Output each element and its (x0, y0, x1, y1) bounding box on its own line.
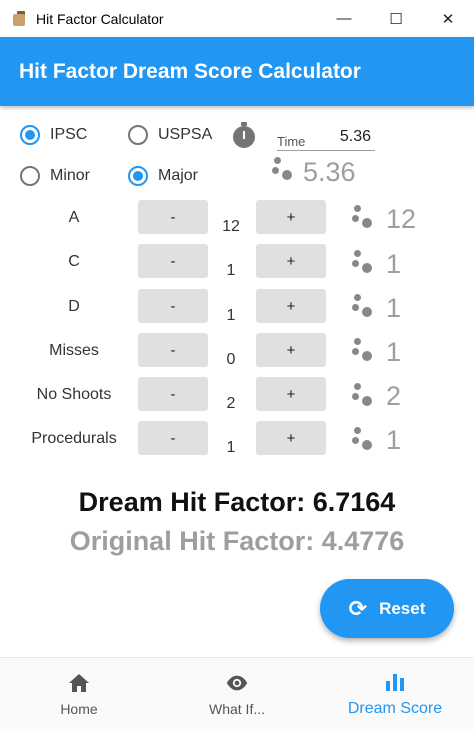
dots-icon (352, 427, 378, 451)
bar-chart-icon (383, 670, 407, 694)
radio-unselected-icon (128, 125, 148, 145)
bottom-nav: Home What If... Dream Score (0, 657, 474, 729)
radio-major-label: Major (158, 167, 199, 184)
no-shoots-count: 2 (226, 395, 236, 412)
original-hit-factor: Original Hit Factor: 4.4776 (69, 526, 405, 556)
minimize-button[interactable]: — (318, 0, 370, 37)
radio-minor[interactable]: Minor (20, 166, 90, 186)
row-label-d: D (68, 298, 80, 315)
nav-what-if[interactable]: What If... (158, 658, 316, 729)
app-bar: Hit Factor Dream Score Calculator (0, 37, 474, 106)
nav-dream-score-label: Dream Score (347, 699, 443, 717)
dots-icon (352, 338, 378, 362)
row-label-c: C (68, 253, 80, 270)
a-count: 12 (222, 218, 240, 235)
procedurals-count: 1 (226, 439, 236, 456)
time-display: 5.36 (303, 157, 356, 187)
page-title: Hit Factor Dream Score Calculator (19, 59, 361, 83)
radio-unselected-icon (20, 166, 40, 186)
row-label-no-shoots: No Shoots (36, 386, 112, 403)
a-display: 12 (386, 204, 417, 234)
stopwatch-icon (232, 122, 256, 148)
no-shoots-display: 2 (386, 381, 402, 411)
dots-icon (352, 250, 378, 274)
window-titlebar: Hit Factor Calculator — ☐ ✕ (0, 0, 474, 37)
nav-dream-score[interactable]: Dream Score (316, 658, 474, 729)
c-minus-button[interactable]: - (138, 244, 208, 278)
time-input[interactable] (277, 123, 375, 151)
a-minus-button[interactable]: - (138, 200, 208, 234)
c-display: 1 (386, 249, 402, 279)
maximize-button[interactable]: ☐ (370, 0, 422, 37)
radio-uspsa[interactable]: USPSA (128, 125, 212, 145)
d-count: 1 (226, 307, 236, 324)
nav-what-if-label: What If... (208, 700, 265, 717)
misses-display: 1 (386, 337, 402, 367)
dots-icon (352, 383, 378, 407)
nav-home[interactable]: Home (0, 658, 158, 729)
no-shoots-plus-button[interactable]: + (256, 377, 326, 411)
radio-selected-icon (128, 166, 148, 186)
nav-home-label: Home (60, 700, 98, 717)
d-plus-button[interactable]: + (256, 289, 326, 323)
radio-uspsa-label: USPSA (158, 126, 213, 143)
radio-major[interactable]: Major (128, 166, 198, 186)
refresh-icon: ⟳ (348, 595, 368, 621)
misses-plus-button[interactable]: + (256, 333, 326, 367)
home-icon (67, 671, 91, 695)
misses-count: 0 (226, 351, 236, 368)
dots-icon (352, 294, 378, 318)
dream-hit-factor: Dream Hit Factor: 6.7164 (78, 487, 396, 517)
radio-minor-label: Minor (50, 167, 91, 184)
radio-selected-icon (20, 125, 40, 145)
close-button[interactable]: ✕ (422, 0, 474, 37)
misses-minus-button[interactable]: - (138, 333, 208, 367)
c-plus-button[interactable]: + (256, 244, 326, 278)
no-shoots-minus-button[interactable]: - (138, 377, 208, 411)
dots-icon (352, 205, 378, 229)
procedurals-display: 1 (386, 425, 402, 455)
radio-ipsc[interactable]: IPSC (20, 125, 87, 145)
dots-icon (272, 157, 298, 181)
reset-label: Reset (379, 598, 426, 618)
row-label-procedurals: Procedurals (31, 430, 117, 447)
app-icon (12, 10, 26, 27)
c-count: 1 (226, 262, 236, 279)
d-display: 1 (386, 293, 402, 323)
a-plus-button[interactable]: + (256, 200, 326, 234)
row-label-a: A (68, 209, 80, 226)
reset-button[interactable]: ⟳ Reset (320, 579, 454, 638)
row-label-misses: Misses (49, 342, 99, 359)
radio-ipsc-label: IPSC (50, 126, 88, 143)
d-minus-button[interactable]: - (138, 289, 208, 323)
window-title: Hit Factor Calculator (36, 10, 164, 27)
procedurals-plus-button[interactable]: + (256, 421, 326, 455)
eye-icon (225, 671, 249, 695)
procedurals-minus-button[interactable]: - (138, 421, 208, 455)
